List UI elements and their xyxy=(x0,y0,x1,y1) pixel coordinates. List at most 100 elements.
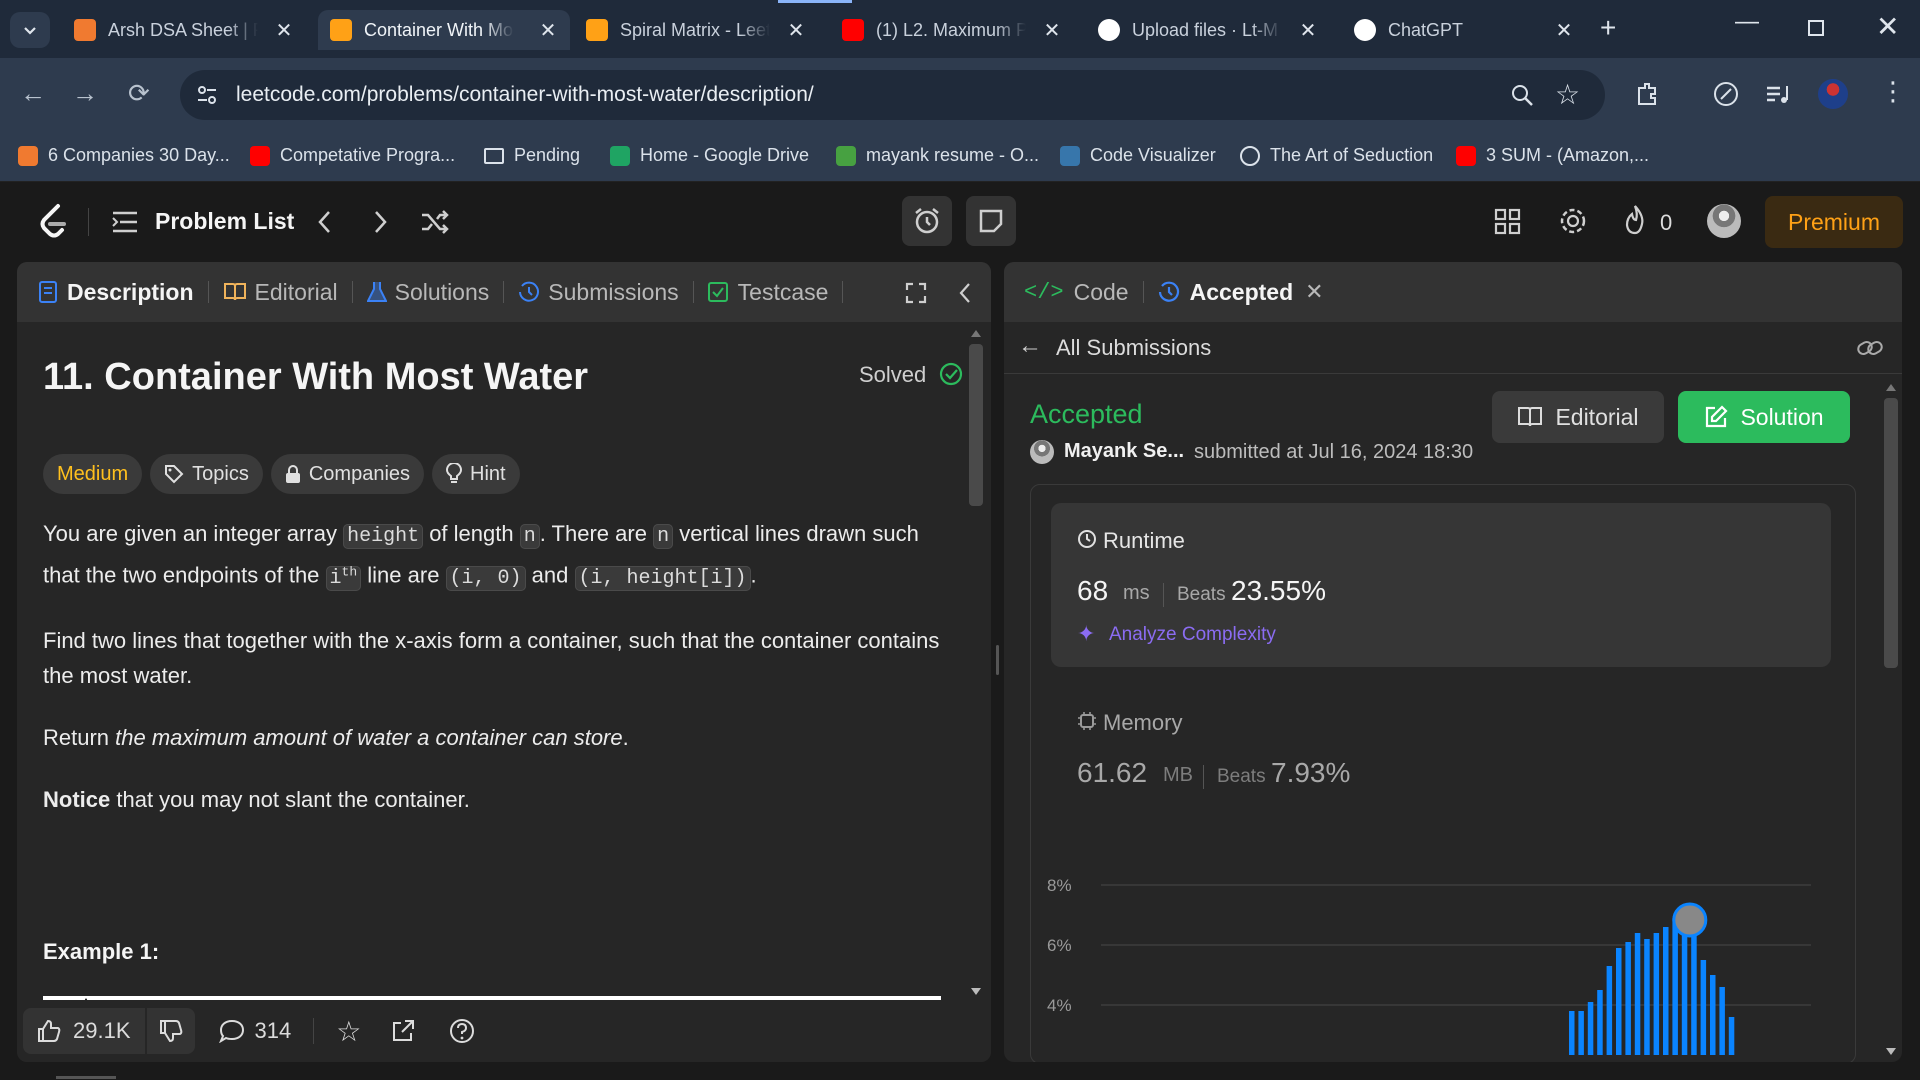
memory-card[interactable]: Memory 61.62 MB Beats 7.93% xyxy=(1051,685,1831,815)
chart-bar[interactable] xyxy=(1634,933,1641,1055)
chart-bar[interactable] xyxy=(1616,948,1622,1055)
browser-tab[interactable]: Arsh DSA Sheet | Pr ✕ xyxy=(62,10,306,50)
browser-tab[interactable]: (1) L2. Maximum P ✕ xyxy=(830,10,1074,50)
dislike-button[interactable] xyxy=(146,1008,195,1054)
submission-scrollbar[interactable] xyxy=(1880,374,1902,1062)
chart-bar[interactable] xyxy=(1644,939,1650,1055)
problem-list-link[interactable]: Problem List xyxy=(155,208,294,235)
bookmark-item[interactable]: 6 Companies 30 Day... xyxy=(18,145,230,166)
browser-tab[interactable]: Upload files · Lt-M ✕ xyxy=(1086,10,1330,50)
chart-bar[interactable] xyxy=(1728,1017,1735,1055)
extensions-icon[interactable] xyxy=(1633,80,1661,108)
user-position-avatar[interactable] xyxy=(1672,902,1708,938)
layout-grid-icon[interactable] xyxy=(1494,208,1522,236)
close-tab-icon[interactable]: ✕ xyxy=(1305,279,1323,305)
scrollbar-thumb[interactable] xyxy=(969,344,983,506)
timer-button[interactable] xyxy=(902,196,952,246)
bookmark-item[interactable]: 3 SUM - (Amazon,... xyxy=(1456,145,1649,166)
chart-bar[interactable] xyxy=(1653,933,1660,1055)
bookmark-item[interactable]: Home - Google Drive xyxy=(610,145,809,166)
chart-bar[interactable] xyxy=(1681,924,1688,1055)
scroll-up-arrow[interactable] xyxy=(1886,384,1896,391)
back-button[interactable]: ← xyxy=(20,78,46,109)
back-arrow-icon[interactable]: ← xyxy=(1018,332,1042,360)
chart-bar[interactable] xyxy=(1625,942,1631,1055)
tab-accepted[interactable]: Accepted ✕ xyxy=(1158,279,1324,306)
settings-gear-icon[interactable] xyxy=(1558,206,1588,236)
profile-avatar[interactable] xyxy=(1818,79,1848,109)
all-submissions-link[interactable]: All Submissions xyxy=(1056,335,1211,361)
topics-tag[interactable]: Topics xyxy=(150,454,263,494)
leetcode-logo-icon[interactable] xyxy=(36,202,70,240)
bookmark-star-icon[interactable]: ☆ xyxy=(1555,78,1580,111)
chart-bar[interactable] xyxy=(1597,990,1603,1055)
new-tab-button[interactable]: + xyxy=(1600,12,1616,44)
chart-bar[interactable] xyxy=(1719,987,1725,1055)
tab-description[interactable]: Description xyxy=(39,279,194,306)
help-icon[interactable] xyxy=(449,1018,475,1044)
companies-tag[interactable]: Companies xyxy=(270,454,425,494)
tab-solutions[interactable]: Solutions xyxy=(366,279,489,306)
comment-icon[interactable] xyxy=(218,1019,245,1043)
user-avatar[interactable] xyxy=(1707,204,1741,238)
shuffle-icon[interactable] xyxy=(420,208,450,236)
browser-menu-icon[interactable]: ⋮ xyxy=(1880,76,1906,107)
tab-submissions[interactable]: Submissions xyxy=(518,279,679,306)
editorial-button[interactable]: Editorial xyxy=(1492,391,1664,443)
link-icon[interactable] xyxy=(1856,336,1884,360)
browser-tab[interactable]: ChatGPT ✕ xyxy=(1342,10,1586,50)
browser-tab[interactable]: Container With Mo ✕ xyxy=(318,10,570,50)
streak-fire-icon[interactable] xyxy=(1622,204,1648,236)
bookmark-item[interactable]: Code Visualizer xyxy=(1060,145,1216,166)
media-control-icon[interactable] xyxy=(1764,80,1792,108)
tab-code[interactable]: </> Code xyxy=(1024,279,1129,306)
next-problem-icon[interactable] xyxy=(370,209,390,235)
collapse-panel-icon[interactable] xyxy=(957,282,973,304)
close-tab-icon[interactable]: ✕ xyxy=(1554,18,1574,43)
fullscreen-icon[interactable] xyxy=(905,282,927,304)
minimize-button[interactable]: — xyxy=(1735,8,1759,36)
url-bar[interactable]: leetcode.com/problems/container-with-mos… xyxy=(180,70,1605,120)
close-tab-icon[interactable]: ✕ xyxy=(274,18,294,43)
scroll-up-arrow[interactable] xyxy=(971,330,981,337)
notes-button[interactable] xyxy=(966,196,1016,246)
share-icon[interactable] xyxy=(391,1019,415,1043)
chart-bar[interactable] xyxy=(1663,927,1669,1055)
description-scrollbar[interactable] xyxy=(965,322,987,1002)
chart-bar[interactable] xyxy=(1587,1002,1594,1055)
panel-resize-handle[interactable] xyxy=(996,645,999,675)
chart-bar[interactable] xyxy=(1578,1011,1584,1055)
zoom-icon[interactable] xyxy=(1510,83,1534,107)
prev-problem-icon[interactable] xyxy=(315,209,335,235)
favorite-star-icon[interactable]: ☆ xyxy=(336,1015,361,1048)
chart-bar[interactable] xyxy=(1700,960,1707,1055)
bookmark-item[interactable]: Pending xyxy=(484,145,580,166)
close-tab-icon[interactable]: ✕ xyxy=(1298,18,1318,43)
hint-tag[interactable]: Hint xyxy=(432,454,520,494)
chart-bar[interactable] xyxy=(1569,1011,1575,1055)
close-tab-icon[interactable]: ✕ xyxy=(786,18,806,43)
tab-search-button[interactable] xyxy=(10,12,50,48)
chart-bar[interactable] xyxy=(1710,975,1716,1055)
bookmark-item[interactable]: Competative Progra... xyxy=(250,145,455,166)
analyze-complexity-link[interactable]: Analyze Complexity xyxy=(1109,624,1276,646)
comment-count[interactable]: 314 xyxy=(255,1018,292,1044)
bookmark-item[interactable]: mayank resume - O... xyxy=(836,145,1039,166)
scroll-down-arrow[interactable] xyxy=(1886,1048,1896,1055)
close-window-button[interactable]: ✕ xyxy=(1876,10,1899,43)
scrollbar-thumb[interactable] xyxy=(1884,398,1898,668)
scroll-down-arrow[interactable] xyxy=(971,988,981,995)
premium-button[interactable]: Premium xyxy=(1765,196,1903,248)
solution-button[interactable]: Solution xyxy=(1678,391,1850,443)
tab-testcase[interactable]: Testcase xyxy=(707,279,828,306)
chart-bar[interactable] xyxy=(1606,966,1613,1055)
runtime-card[interactable]: Runtime 68 ms Beats 23.55% ✦ Analyze Com… xyxy=(1051,503,1831,667)
extension-leaf-icon[interactable] xyxy=(1712,80,1740,108)
forward-button[interactable]: → xyxy=(72,78,98,109)
problem-list-icon[interactable] xyxy=(112,210,138,234)
chart-bar[interactable] xyxy=(1672,918,1678,1055)
close-tab-icon[interactable]: ✕ xyxy=(1042,18,1062,43)
like-button[interactable]: 29.1K xyxy=(23,1008,145,1054)
submitter-name[interactable]: Mayank Se... xyxy=(1064,440,1184,463)
tab-editorial[interactable]: Editorial xyxy=(223,279,338,306)
